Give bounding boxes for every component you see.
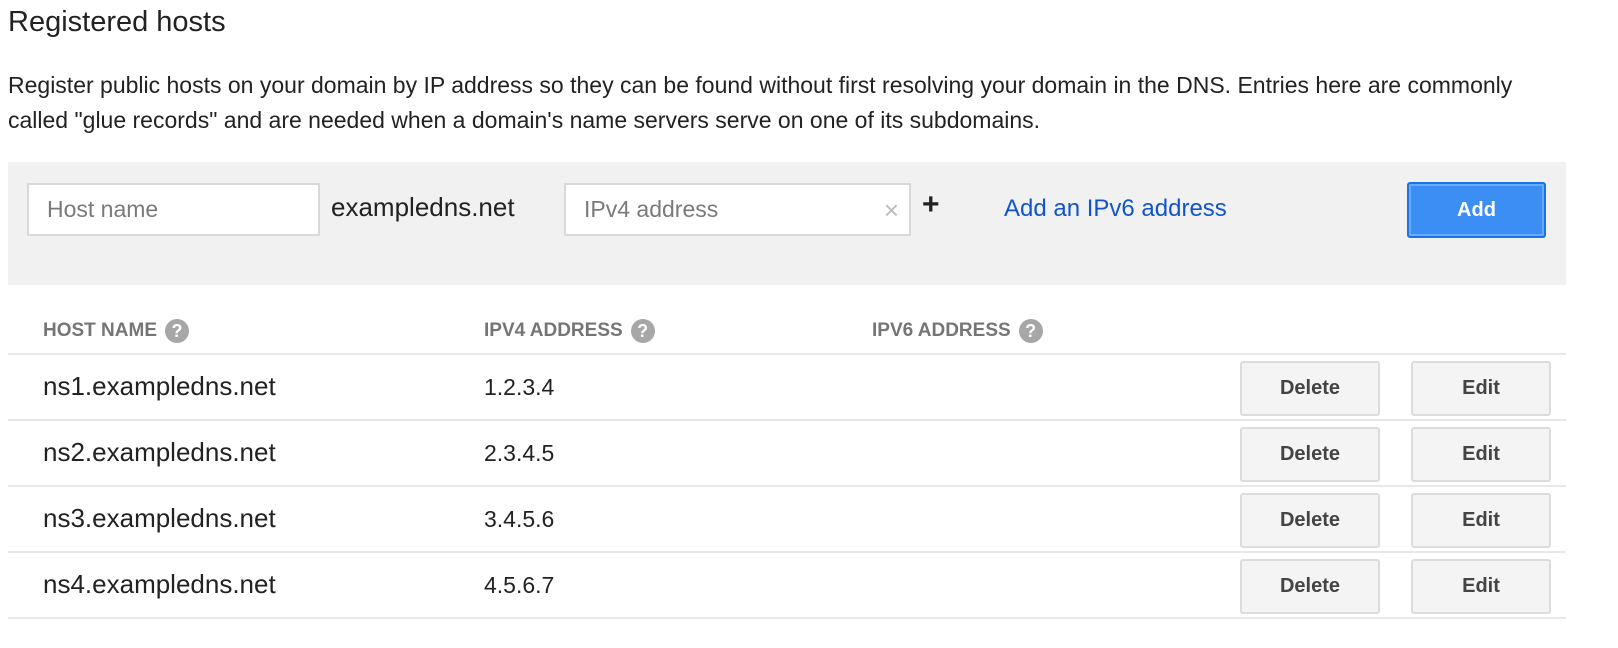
host-name-cell: ns3.exampledns.net [43, 503, 276, 533]
table-row: ns2.exampledns.net 2.3.4.5 Delete Edit [8, 421, 1566, 487]
plus-icon: + [922, 188, 940, 221]
ipv4-cell: 4.5.6.7 [484, 572, 555, 598]
ipv4-cell: 1.2.3.4 [484, 374, 555, 400]
host-name-cell: ns1.exampledns.net [43, 371, 276, 401]
column-header-host-name: HOST NAME ? [43, 319, 189, 343]
delete-button[interactable]: Delete [1240, 559, 1380, 614]
table-row: ns1.exampledns.net 1.2.3.4 Delete Edit [8, 355, 1566, 421]
page-description: Register public hosts on your domain by … [8, 72, 1513, 133]
host-name-cell: ns4.exampledns.net [43, 569, 276, 599]
help-icon[interactable]: ? [165, 319, 189, 343]
column-label: IPV4 ADDRESS [484, 320, 623, 341]
host-name-field[interactable] [27, 183, 320, 236]
delete-button[interactable]: Delete [1240, 493, 1380, 548]
ipv4-cell: 2.3.4.5 [484, 440, 555, 466]
ipv4-address-input[interactable] [566, 185, 909, 234]
page-title: Registered hosts [8, 6, 226, 38]
edit-button[interactable]: Edit [1411, 493, 1551, 548]
add-ipv6-address-link[interactable]: Add an IPv6 address [1004, 195, 1227, 223]
column-label: HOST NAME [43, 320, 157, 341]
add-button[interactable]: Add [1407, 182, 1546, 238]
delete-button[interactable]: Delete [1240, 361, 1380, 416]
help-icon[interactable]: ? [1018, 319, 1043, 343]
ipv4-cell: 3.4.5.6 [484, 506, 555, 532]
table-row: ns3.exampledns.net 3.4.5.6 Delete Edit [8, 487, 1566, 553]
column-header-ipv6-address: IPV6 ADDRESS ? [872, 319, 1043, 343]
host-name-cell: ns2.exampledns.net [43, 437, 276, 467]
help-icon[interactable]: ? [630, 319, 655, 343]
domain-suffix: exampledns.net [331, 192, 515, 222]
table-row: ns4.exampledns.net 4.5.6.7 Delete Edit [8, 553, 1566, 619]
edit-button[interactable]: Edit [1411, 427, 1551, 482]
add-host-panel: exampledns.net × + Add an IPv6 address A… [8, 162, 1566, 285]
delete-button[interactable]: Delete [1240, 427, 1380, 482]
edit-button[interactable]: Edit [1411, 559, 1551, 614]
column-header-ipv4-address: IPV4 ADDRESS ? [484, 319, 655, 343]
clear-icon[interactable]: × [884, 197, 899, 223]
host-name-input[interactable] [29, 185, 318, 234]
column-label: IPV6 ADDRESS [872, 320, 1011, 341]
table-header: HOST NAME ? IPV4 ADDRESS ? IPV6 ADDRESS … [8, 313, 1566, 355]
edit-button[interactable]: Edit [1411, 361, 1551, 416]
ipv4-address-field[interactable]: × [564, 183, 911, 236]
